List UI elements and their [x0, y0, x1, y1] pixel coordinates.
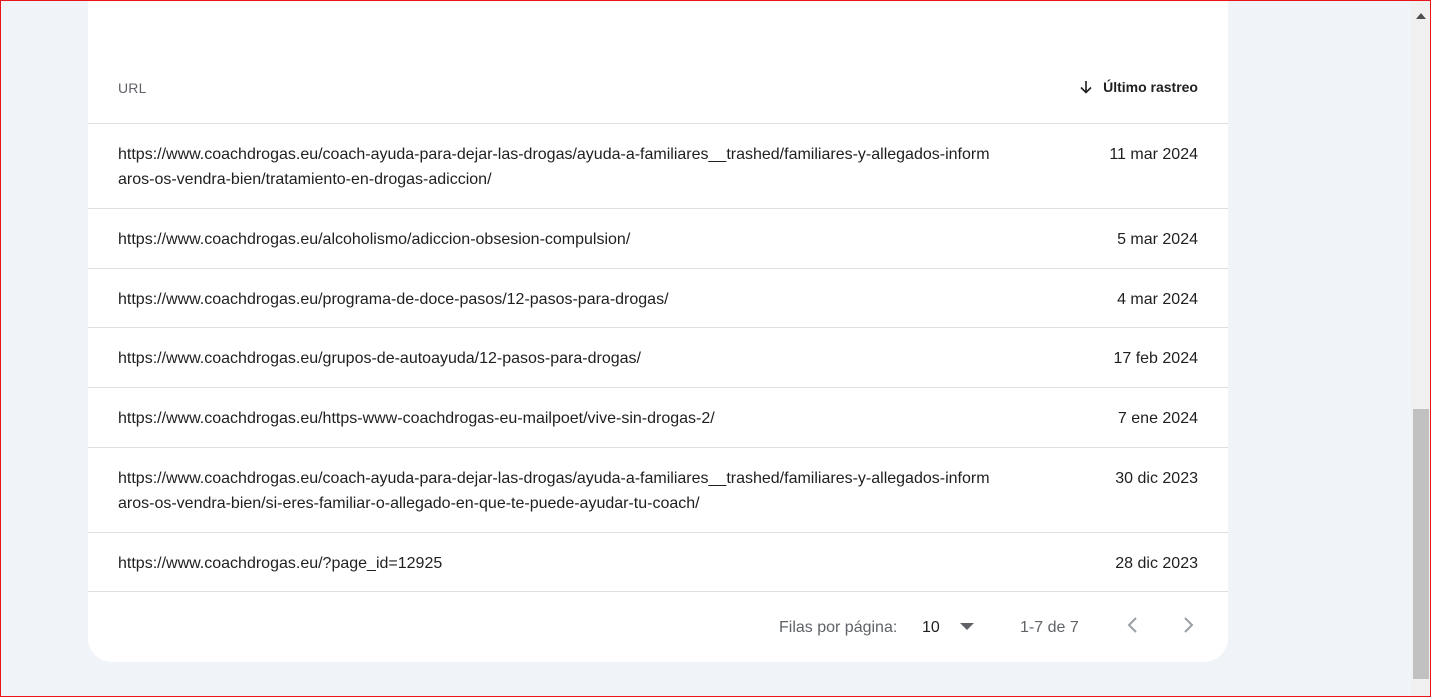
table-header: URL Último rastreo: [88, 0, 1228, 124]
url-cell[interactable]: https://www.coachdrogas.eu/grupos-de-aut…: [118, 346, 998, 371]
rows-per-page-select[interactable]: 10: [922, 619, 940, 637]
results-card: URL Último rastreo https://www.coachdrog…: [88, 0, 1228, 662]
rows-per-page-label: Filas por página:: [779, 619, 898, 636]
column-header-last-crawl-label: Último rastreo: [1103, 79, 1198, 95]
url-cell[interactable]: https://www.coachdrogas.eu/https-www-coa…: [118, 406, 998, 431]
table-row[interactable]: https://www.coachdrogas.eu/programa-de-d…: [88, 269, 1228, 328]
chevron-right-icon[interactable]: [1178, 614, 1198, 636]
column-header-url[interactable]: URL: [118, 80, 147, 96]
pagination-bar: Filas por página: 10 1-7 de 7: [88, 592, 1228, 662]
scrollbar-thumb[interactable]: [1413, 409, 1429, 679]
url-cell[interactable]: https://www.coachdrogas.eu/programa-de-d…: [118, 287, 998, 312]
date-cell: 28 dic 2023: [1115, 555, 1198, 572]
chevron-left-icon[interactable]: [1123, 614, 1143, 636]
url-cell[interactable]: https://www.coachdrogas.eu/coach-ayuda-p…: [118, 142, 998, 192]
date-cell: 17 feb 2024: [1113, 350, 1198, 367]
url-cell[interactable]: https://www.coachdrogas.eu/coach-ayuda-p…: [118, 466, 998, 516]
date-cell: 11 mar 2024: [1109, 146, 1198, 163]
date-cell: 7 ene 2024: [1117, 410, 1198, 427]
table-row[interactable]: https://www.coachdrogas.eu/?page_id=1292…: [88, 533, 1228, 592]
url-cell[interactable]: https://www.coachdrogas.eu/?page_id=1292…: [118, 551, 998, 576]
date-cell: 4 mar 2024: [1117, 291, 1198, 308]
column-header-last-crawl[interactable]: Último rastreo: [1078, 79, 1198, 95]
table-row[interactable]: https://www.coachdrogas.eu/grupos-de-aut…: [88, 328, 1228, 388]
table-row[interactable]: https://www.coachdrogas.eu/coach-ayuda-p…: [88, 448, 1228, 533]
table-row[interactable]: https://www.coachdrogas.eu/alcoholismo/a…: [88, 209, 1228, 269]
arrow-down-icon: [1080, 81, 1092, 94]
url-cell[interactable]: https://www.coachdrogas.eu/alcoholismo/a…: [118, 227, 998, 252]
scroll-up-arrow-icon[interactable]: [1411, 8, 1431, 24]
pagination-range: 1-7 de 7: [1020, 619, 1079, 636]
table-row[interactable]: https://www.coachdrogas.eu/https-www-coa…: [88, 388, 1228, 448]
date-cell: 5 mar 2024: [1117, 231, 1198, 248]
table-row[interactable]: https://www.coachdrogas.eu/coach-ayuda-p…: [88, 124, 1228, 209]
caret-down-icon[interactable]: [960, 623, 974, 630]
date-cell: 30 dic 2023: [1115, 470, 1198, 487]
